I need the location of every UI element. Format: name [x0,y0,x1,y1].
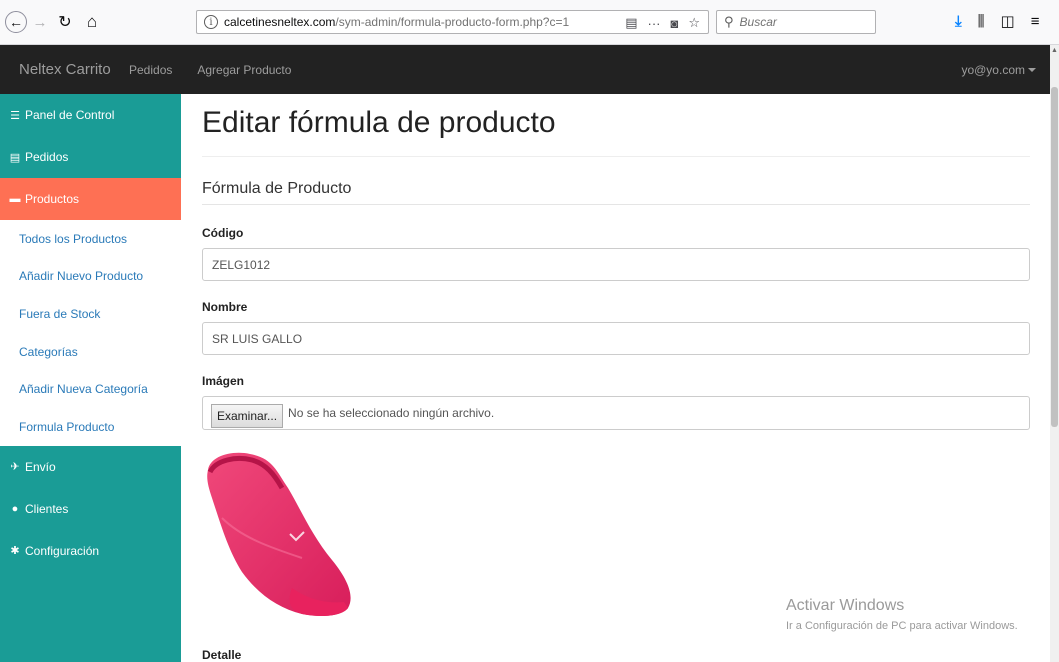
user-email: yo@yo.com [961,62,1025,77]
bookmark-star-icon[interactable]: ☆ [688,15,700,31]
sidebar-item-configuracion[interactable]: ✱ Configuración [0,530,181,572]
download-icon[interactable]: ⤓ [955,13,962,30]
brand-link[interactable]: Neltex Carrito [0,61,125,78]
cog-icon: ✱ [10,545,20,558]
sidebar-item-label: Clientes [25,501,69,516]
app-navbar: Neltex Carrito Pedidos Agregar Producto … [0,45,1050,94]
vertical-scrollbar[interactable]: ▲ [1050,45,1059,662]
windows-activation-watermark: Activar Windows Ir a Configuración de PC… [786,597,1018,632]
sidebar-item-pedidos[interactable]: ▤ Pedidos [0,136,181,178]
dashboard-icon: ☰ [10,109,20,122]
url-domain: calcetinesneltex.com [224,15,336,29]
search-input[interactable]: ⚲ Buscar [716,10,876,34]
sidebar-item-label: Envío [25,459,56,474]
browser-toolbar: ← → ↻ ⌂ i calcetinesneltex.com/sym-admin… [0,0,1059,45]
submenu-item-anadir-producto[interactable]: Añadir Nuevo Producto [0,258,181,296]
product-image [202,448,354,618]
search-icon: ⚲ [724,14,734,29]
nav-link-agregar-producto[interactable]: Agregar Producto [197,63,291,77]
sidebar-item-label: Configuración [25,543,100,558]
submenu-item-fuera-stock[interactable]: Fuera de Stock [0,295,181,333]
forward-arrow-icon[interactable]: → [30,9,50,35]
detalle-label: Detalle [202,648,242,662]
page-title: Editar fórmula de producto [202,106,556,139]
sidebar-item-clientes[interactable]: ● Clientes [0,488,181,530]
list-icon: ▤ [9,151,21,164]
url-bar[interactable]: i calcetinesneltex.com/sym-admin/formula… [196,10,709,34]
home-icon[interactable]: ⌂ [82,9,102,35]
reader-view-icon[interactable]: ▤ [625,15,637,31]
nombre-label: Nombre [202,300,248,314]
sidebar-toggle-icon[interactable]: ◫ [1001,12,1015,30]
sidebar-item-envio[interactable]: ✈ Envío [0,446,181,488]
codigo-label: Código [202,226,244,240]
section-title: Fórmula de Producto [202,180,1030,205]
menu-icon[interactable]: ≡ [1031,13,1040,30]
sidebar-item-panel[interactable]: ☰ Panel de Control [0,94,181,136]
nombre-value: SR LUIS GALLO [212,331,303,346]
back-arrow-icon[interactable]: ← [5,11,27,33]
submenu-item-anadir-categoria[interactable]: Añadir Nueva Categoría [0,370,181,408]
browse-button[interactable]: Examinar... [211,404,284,428]
plane-icon: ✈ [10,461,20,474]
sidebar: ☰ Panel de Control ▤ Pedidos ▬ Productos… [0,94,181,662]
file-status: No se ha seleccionado ningún archivo. [288,406,495,420]
library-icon[interactable]: ⫼ [978,13,985,30]
submenu-item-categorias[interactable]: Categorías [0,333,181,371]
codigo-input[interactable]: ZELG1012 [202,248,1030,281]
watermark-subtitle: Ir a Configuración de PC para activar Wi… [786,620,1018,632]
main-content: Editar fórmula de producto Fórmula de Pr… [202,94,1030,662]
reload-icon[interactable]: ↻ [55,9,75,35]
imagen-file-input[interactable]: Examinar... No se ha seleccionado ningún… [202,396,1030,430]
sidebar-item-label: Productos [25,192,80,206]
submenu-item-todos[interactable]: Todos los Productos [0,220,181,258]
briefcase-icon: ▬ [9,193,21,205]
divider [202,156,1030,157]
scroll-thumb[interactable] [1051,87,1058,427]
sidebar-item-label: Pedidos [25,150,69,164]
sidebar-item-productos[interactable]: ▬ Productos [0,178,181,220]
codigo-value: ZELG1012 [212,257,271,272]
caret-down-icon [1028,68,1036,73]
page-actions-icon[interactable]: ··· [647,16,660,31]
nombre-input[interactable]: SR LUIS GALLO [202,322,1030,355]
pocket-icon[interactable]: ◙ [670,16,678,31]
scroll-up-icon[interactable]: ▲ [1051,47,1058,54]
productos-submenu: Todos los Productos Añadir Nuevo Product… [0,220,181,446]
url-path: /sym-admin/formula-producto-form.php?c=1 [335,15,570,29]
sidebar-item-label: Panel de Control [25,108,115,122]
nav-link-pedidos[interactable]: Pedidos [129,63,172,77]
imagen-label: Imágen [202,374,245,388]
user-dropdown[interactable]: yo@yo.com [961,63,1036,77]
submenu-item-formula[interactable]: Formula Producto [0,408,181,446]
watermark-title: Activar Windows [786,597,905,614]
search-placeholder: Buscar [739,15,777,29]
info-icon[interactable]: i [204,15,218,29]
user-icon: ● [11,502,19,515]
